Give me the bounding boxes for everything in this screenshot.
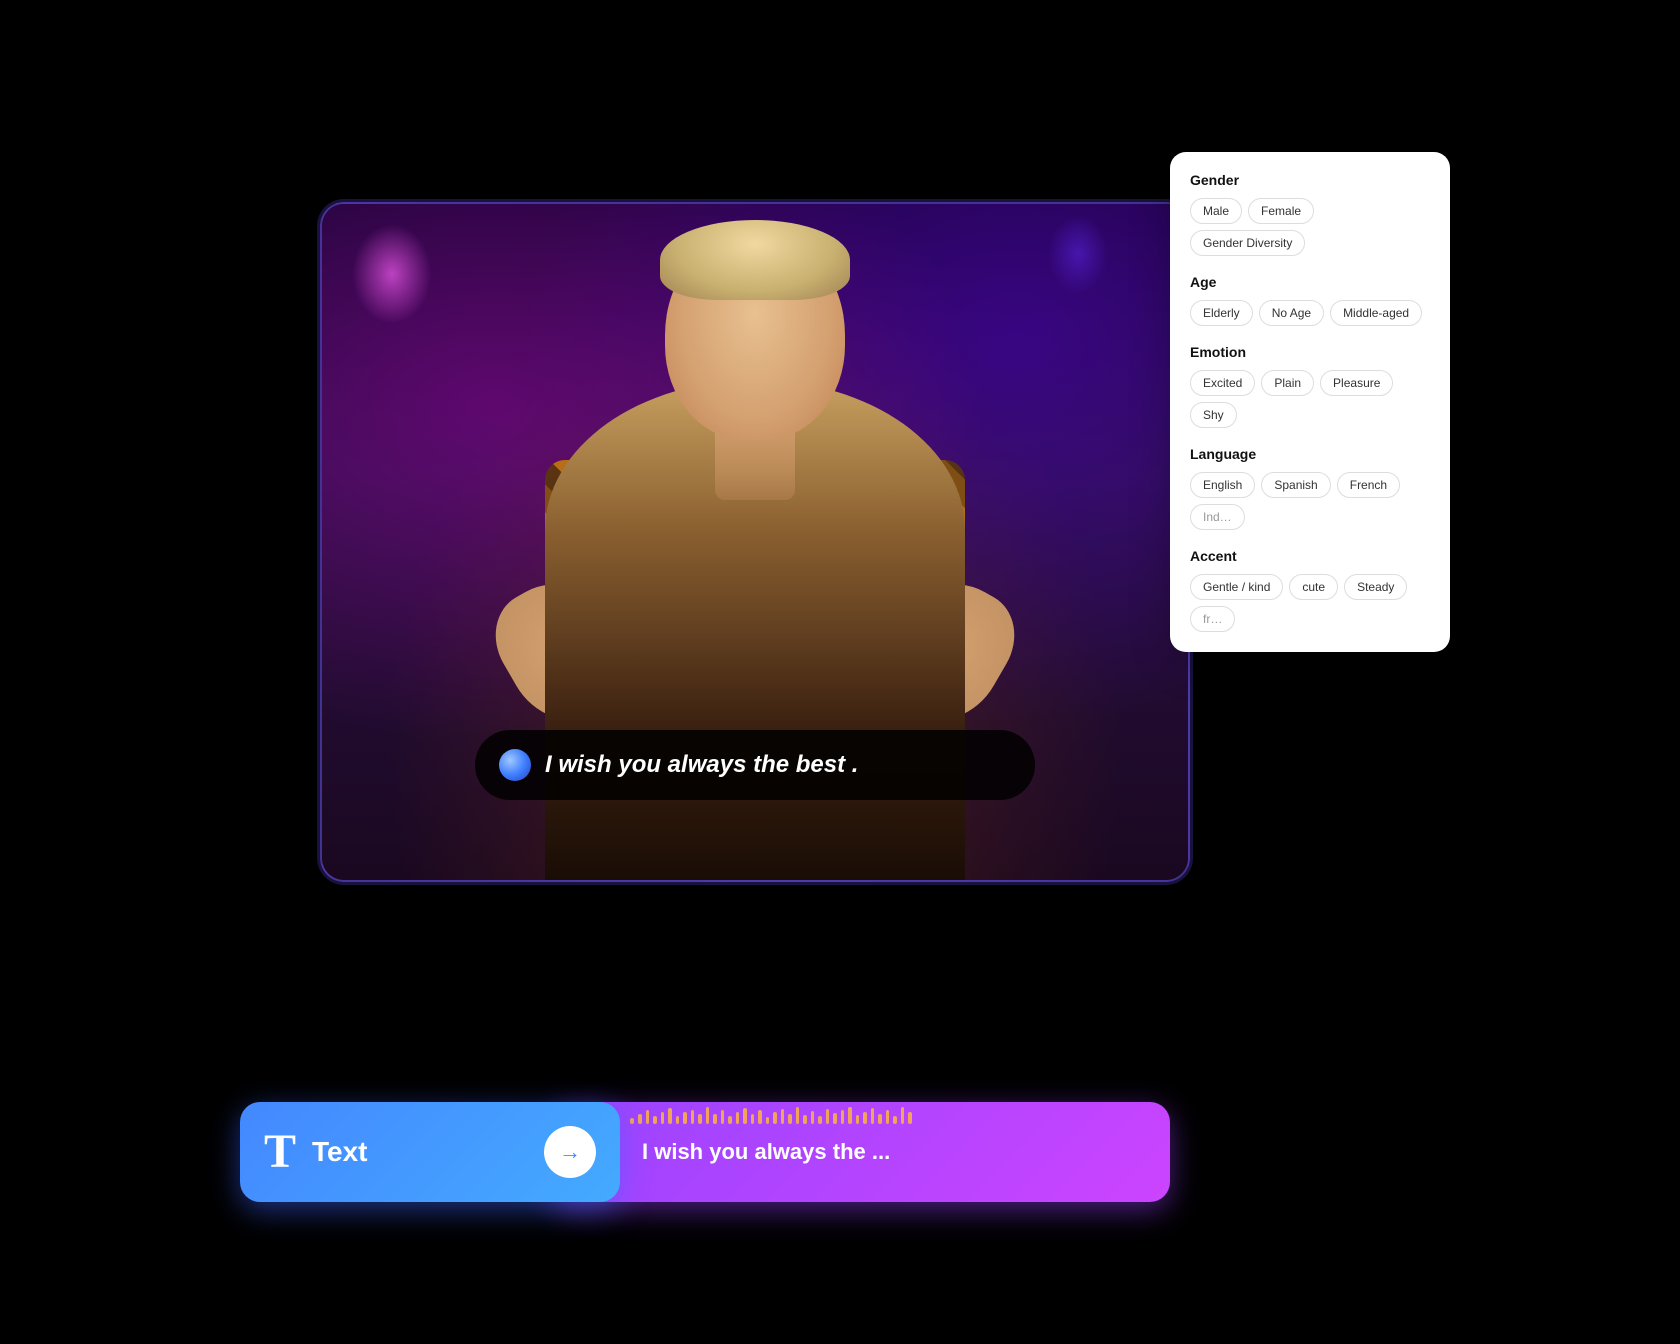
arrow-button[interactable]: → [544,1126,596,1178]
subtitle-text: I wish you always the best . [545,751,858,779]
hair [660,220,850,300]
audio-panel[interactable]: I wish you always the ... [550,1102,1170,1202]
audio-text: I wish you always the ... [642,1139,890,1165]
tag-pleasure[interactable]: Pleasure [1320,370,1393,396]
tag-french[interactable]: French [1337,472,1400,498]
filter-section-age: Age Elderly No Age Middle-aged [1190,274,1430,326]
tag-middle-aged[interactable]: Middle-aged [1330,300,1422,326]
tag-female[interactable]: Female [1248,198,1314,224]
filter-language-tags: English Spanish French Ind… [1190,472,1430,530]
tag-plain[interactable]: Plain [1261,370,1314,396]
filter-age-tags: Elderly No Age Middle-aged [1190,300,1430,326]
filter-gender-tags: Male Female Gender Diversity [1190,198,1430,256]
filter-section-accent: Accent Gentle / kind cute Steady fr… [1190,548,1430,632]
tag-gentle-kind[interactable]: Gentle / kind [1190,574,1283,600]
text-icon: T [264,1128,296,1176]
ambient-light-pink [352,224,432,324]
filter-language-title: Language [1190,446,1430,462]
subtitle-bar: I wish you always the best . [475,730,1035,800]
filter-section-gender: Gender Male Female Gender Diversity [1190,172,1430,256]
tag-steady[interactable]: Steady [1344,574,1407,600]
filter-accent-title: Accent [1190,548,1430,564]
text-panel[interactable]: T Text → [240,1102,620,1202]
filter-gender-title: Gender [1190,172,1430,188]
filter-section-emotion: Emotion Excited Plain Pleasure Shy [1190,344,1430,428]
text-label: Text [312,1136,368,1168]
filter-age-title: Age [1190,274,1430,290]
waveform-top [630,1102,1170,1124]
tag-english[interactable]: English [1190,472,1255,498]
video-frame: I wish you always the best . [320,202,1190,882]
arrow-icon: → [559,1139,581,1165]
tag-no-age[interactable]: No Age [1259,300,1324,326]
tag-spanish[interactable]: Spanish [1261,472,1330,498]
filter-emotion-title: Emotion [1190,344,1430,360]
filter-accent-tags: Gentle / kind cute Steady fr… [1190,574,1430,632]
filter-emotion-tags: Excited Plain Pleasure Shy [1190,370,1430,428]
filter-section-language: Language English Spanish French Ind… [1190,446,1430,530]
tag-indonesian[interactable]: Ind… [1190,504,1245,530]
tag-excited[interactable]: Excited [1190,370,1255,396]
subtitle-dot [499,749,531,781]
head [665,230,845,440]
tag-french-accent[interactable]: fr… [1190,606,1235,632]
tag-shy[interactable]: Shy [1190,402,1237,428]
tag-elderly[interactable]: Elderly [1190,300,1253,326]
tag-male[interactable]: Male [1190,198,1242,224]
tag-cute[interactable]: cute [1289,574,1338,600]
main-scene: I wish you always the best . Gender Male… [240,122,1440,1222]
filter-panel: Gender Male Female Gender Diversity Age … [1170,152,1450,652]
tag-gender-diversity[interactable]: Gender Diversity [1190,230,1305,256]
